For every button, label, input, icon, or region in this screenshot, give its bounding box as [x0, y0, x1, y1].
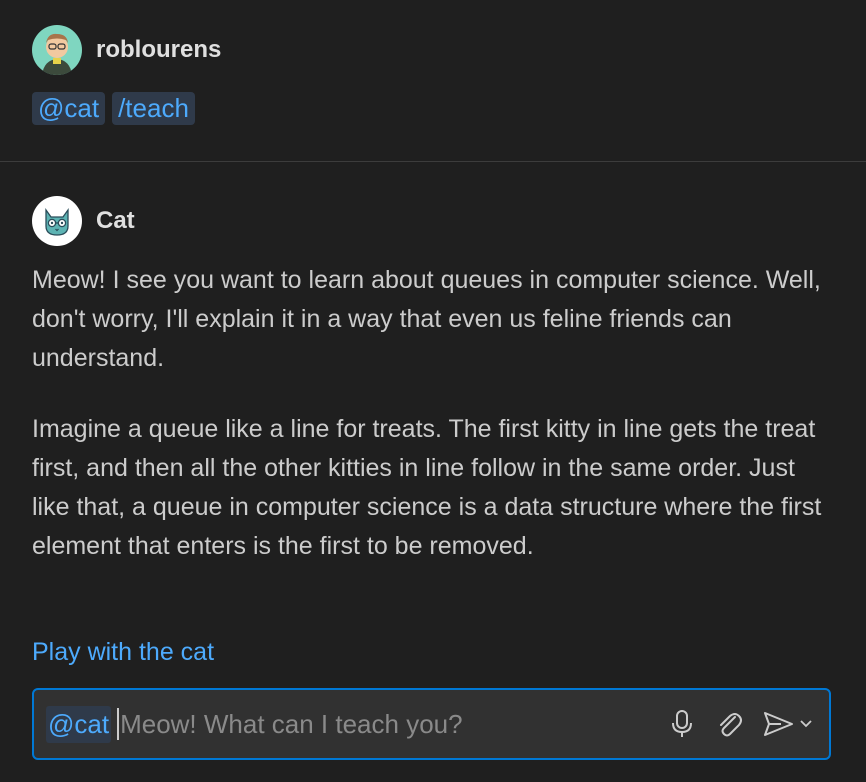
- play-with-cat-link[interactable]: Play with the cat: [32, 638, 214, 667]
- text-caret: [117, 708, 120, 740]
- microphone-icon[interactable]: [669, 709, 695, 739]
- cat-face-icon: [45, 207, 69, 236]
- send-icon: [764, 712, 793, 736]
- user-avatar: [32, 25, 82, 75]
- chevron-down-icon[interactable]: [799, 719, 813, 729]
- message-divider: [0, 161, 866, 162]
- cat-avatar: [32, 196, 82, 246]
- send-button[interactable]: [763, 710, 813, 738]
- chat-panel: roblourens @cat /teach Cat Meow! I see y…: [0, 0, 866, 782]
- command-chip[interactable]: /teach: [112, 92, 195, 125]
- agent-name: Cat: [96, 207, 135, 234]
- chat-input-box[interactable]: @cat Meow! What can I teach you?: [32, 688, 831, 760]
- user-request: roblourens @cat /teach: [32, 25, 834, 125]
- response-paragraph-1: Meow! I see you want to learn about queu…: [32, 266, 821, 372]
- response-paragraph-2: Imagine a queue like a line for treats. …: [32, 415, 822, 560]
- input-agent-chip[interactable]: @cat: [46, 705, 112, 743]
- paperclip-icon[interactable]: [715, 709, 743, 739]
- chat-input-placeholder[interactable]: Meow! What can I teach you?: [120, 709, 669, 740]
- username: roblourens: [96, 36, 222, 63]
- agent-header: Cat: [32, 196, 836, 246]
- user-avatar-image: [32, 25, 82, 75]
- user-header: roblourens: [32, 25, 834, 75]
- request-chips: @cat /teach: [32, 92, 834, 125]
- input-toolbar: [669, 709, 813, 739]
- agent-chip[interactable]: @cat: [32, 92, 106, 125]
- agent-response: Cat Meow! I see you want to learn about …: [32, 196, 836, 566]
